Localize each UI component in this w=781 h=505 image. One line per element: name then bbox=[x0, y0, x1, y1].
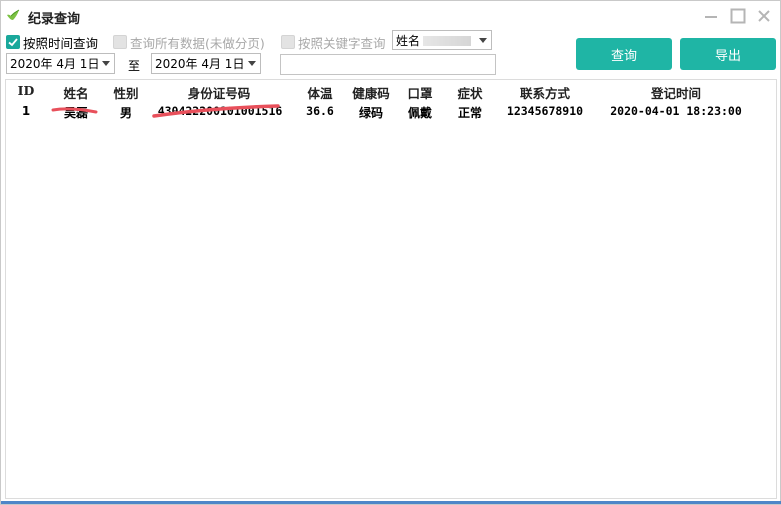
by-time-checkbox[interactable]: 按照时间查询 bbox=[6, 33, 98, 51]
column-header-id[interactable]: ID bbox=[14, 83, 38, 98]
chevron-down-icon bbox=[475, 31, 491, 49]
table-header: ID 姓名 性别 身份证号码 体温 健康码 口罩 症状 联系方式 登记时间 bbox=[6, 80, 776, 102]
keyword-field-select[interactable]: 姓名 bbox=[392, 30, 492, 50]
cell-mask: 佩戴 bbox=[407, 106, 432, 120]
column-header-temperature[interactable]: 体温 bbox=[300, 83, 340, 102]
leaf-icon bbox=[7, 9, 20, 20]
keyword-input[interactable] bbox=[280, 54, 496, 75]
taskbar-edge bbox=[1, 501, 781, 504]
export-button[interactable]: 导出 bbox=[680, 38, 776, 70]
window-title: 纪录查询 bbox=[28, 12, 81, 27]
end-date-value: 2020年 4月 1日 bbox=[155, 57, 244, 71]
start-date-picker[interactable]: 2020年 4月 1日 bbox=[6, 53, 115, 74]
minimize-icon bbox=[705, 16, 717, 18]
cell-health-code: 绿码 bbox=[358, 106, 383, 120]
blur-placeholder bbox=[423, 36, 471, 46]
by-keyword-checkbox[interactable]: 按照关键字查询 bbox=[281, 33, 386, 51]
close-button[interactable] bbox=[753, 5, 775, 27]
chevron-down-icon bbox=[98, 54, 114, 73]
table-row[interactable]: 1 吴磊 男 430422200101001516 36.6 绿码 佩戴 正常 … bbox=[6, 102, 776, 121]
date-range-separator: 至 bbox=[128, 59, 141, 73]
by-time-label: 按照时间查询 bbox=[23, 35, 99, 51]
cell-contact: 12345678910 bbox=[506, 104, 584, 118]
cell-id-number: 430422200101001516 bbox=[157, 104, 283, 118]
column-header-gender[interactable]: 性别 bbox=[106, 83, 146, 102]
column-header-symptom[interactable]: 症状 bbox=[450, 83, 490, 102]
record-query-window: 纪录查询 按照时间查询 查询所有数据(未做分页) 按照关键字查询 姓名 2020… bbox=[0, 0, 781, 505]
checkbox-empty-icon bbox=[281, 35, 295, 49]
cell-temperature: 36.6 bbox=[306, 104, 334, 118]
cell-id: 1 bbox=[21, 104, 31, 118]
title-bar: 纪录查询 bbox=[1, 1, 780, 31]
checkbox-empty-icon bbox=[113, 35, 127, 49]
end-date-picker[interactable]: 2020年 4月 1日 bbox=[151, 53, 261, 74]
column-header-health-code[interactable]: 健康码 bbox=[346, 83, 396, 102]
column-header-mask[interactable]: 口罩 bbox=[400, 83, 440, 102]
maximize-button[interactable] bbox=[727, 5, 749, 27]
column-header-register-time[interactable]: 登记时间 bbox=[626, 83, 726, 102]
maximize-icon bbox=[730, 8, 746, 24]
column-header-id-number[interactable]: 身份证号码 bbox=[176, 83, 262, 102]
chevron-down-icon bbox=[244, 54, 260, 73]
cell-gender: 男 bbox=[119, 106, 132, 120]
cell-name: 吴磊 bbox=[63, 106, 88, 120]
minimize-button[interactable] bbox=[700, 5, 722, 27]
by-keyword-label: 按照关键字查询 bbox=[298, 35, 386, 51]
query-button[interactable]: 查询 bbox=[576, 38, 672, 70]
cell-symptom: 正常 bbox=[457, 106, 482, 120]
column-header-name[interactable]: 姓名 bbox=[56, 83, 96, 102]
cell-register-time: 2020-04-01 18:23:00 bbox=[610, 104, 742, 118]
column-header-contact[interactable]: 联系方式 bbox=[506, 83, 584, 102]
all-data-checkbox[interactable]: 查询所有数据(未做分页) bbox=[113, 33, 265, 51]
records-table[interactable]: ID 姓名 性别 身份证号码 体温 健康码 口罩 症状 联系方式 登记时间 1 … bbox=[5, 79, 777, 499]
start-date-value: 2020年 4月 1日 bbox=[10, 57, 98, 71]
close-icon bbox=[758, 10, 770, 22]
checkmark-icon bbox=[6, 35, 20, 49]
all-data-label: 查询所有数据(未做分页) bbox=[130, 35, 265, 51]
